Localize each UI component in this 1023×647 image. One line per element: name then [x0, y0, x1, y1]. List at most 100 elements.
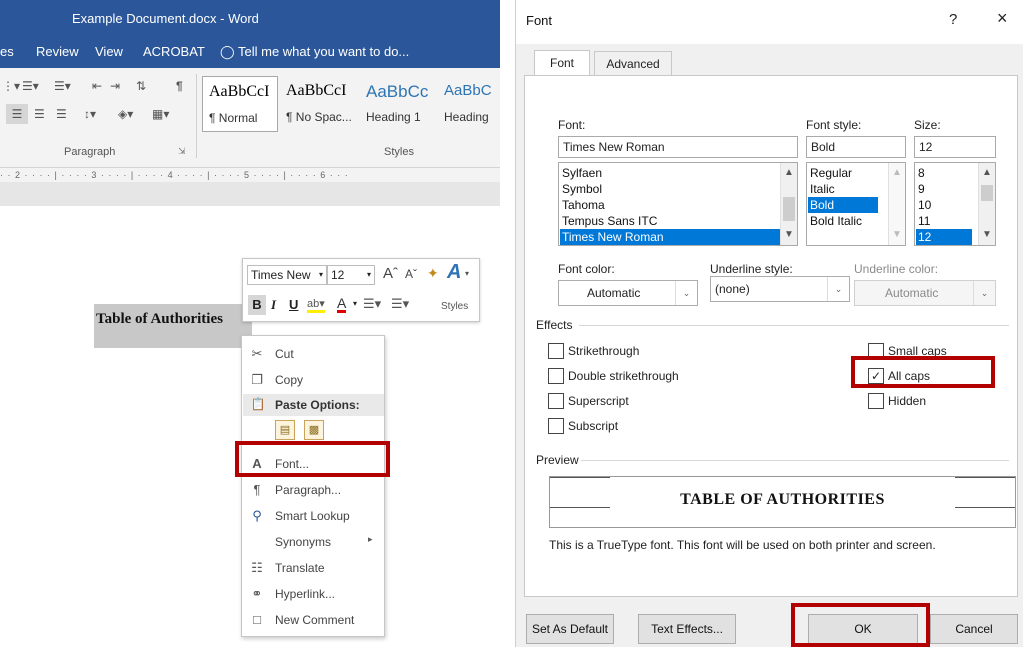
set-as-default-button[interactable]: Set As Default	[526, 614, 614, 644]
grow-font-icon[interactable]: Aˆ	[383, 265, 398, 282]
font-list-scrollbar[interactable]: ▲ ▼	[780, 163, 797, 245]
dialog-launcher-icon[interactable]: ⇲	[178, 146, 186, 157]
font-name-input[interactable]: Times New Roman	[558, 136, 798, 158]
borders-icon[interactable]: ▦▾	[152, 104, 169, 124]
size-list-scrollbar[interactable]: ▲ ▼	[978, 163, 995, 245]
style-normal[interactable]: AaBbCcI ¶ Normal	[202, 76, 278, 132]
font-list-item[interactable]: Symbol	[560, 181, 780, 197]
menu-item-copy[interactable]: ❐ Copy	[242, 367, 384, 393]
chevron-down-icon: ▾	[465, 269, 470, 278]
tab-advanced[interactable]: Advanced	[594, 51, 672, 77]
size-item[interactable]: 11	[916, 213, 976, 229]
help-icon[interactable]: ?	[949, 11, 957, 28]
subscript-label[interactable]: Subscript	[568, 419, 618, 433]
text-effects-button[interactable]: Text Effects...	[638, 614, 736, 644]
superscript-checkbox[interactable]	[548, 393, 564, 409]
styles-label[interactable]: Styles	[441, 301, 468, 312]
menu-tab-review[interactable]: Review	[36, 44, 79, 59]
hidden-label[interactable]: Hidden	[888, 394, 926, 408]
align-right-icon[interactable]: ☰	[56, 104, 67, 124]
align-left-icon[interactable]: ☰	[6, 104, 28, 124]
strikethrough-label[interactable]: Strikethrough	[568, 344, 639, 358]
font-style-list[interactable]: Regular Italic Bold Bold Italic ▲ ▼	[806, 162, 906, 246]
format-painter-icon[interactable]: ✦	[427, 265, 439, 282]
size-input[interactable]: 12	[914, 136, 996, 158]
font-style-item[interactable]: Regular	[808, 165, 888, 181]
menu-item-smart-lookup[interactable]: ⚲ Smart Lookup	[242, 503, 384, 529]
menu-tab-partial[interactable]: es	[0, 44, 14, 59]
increase-indent-icon[interactable]: ⇥	[110, 76, 120, 96]
bullets-icon[interactable]: ⋮▾	[2, 76, 20, 96]
superscript-label[interactable]: Superscript	[568, 394, 629, 408]
bold-button[interactable]: B	[248, 295, 266, 315]
size-item-selected[interactable]: 12	[916, 229, 972, 245]
hidden-checkbox[interactable]	[868, 393, 884, 409]
globe-link-icon: ⚭	[251, 586, 263, 601]
style-heading-1[interactable]: AaBbCc Heading 1	[360, 76, 436, 132]
style-name: ¶ No Spac...	[286, 110, 352, 124]
line-spacing-icon[interactable]: ↕▾	[84, 104, 96, 124]
menu-item-translate[interactable]: ☷ Translate	[242, 555, 384, 581]
font-list-item-selected[interactable]: Times New Roman	[560, 229, 780, 245]
highlight-icon[interactable]: ab▾	[307, 297, 325, 313]
tab-font[interactable]: Font	[534, 50, 590, 77]
menu-item-new-comment[interactable]: □ New Comment	[242, 607, 384, 633]
double-strikethrough-checkbox[interactable]	[548, 368, 564, 384]
decrease-indent-icon[interactable]: ⇤	[92, 76, 102, 96]
word-titlebar: Example Document.docx - Word	[0, 0, 500, 36]
scroll-thumb[interactable]	[981, 185, 993, 201]
document-heading[interactable]: Table of Authorities	[96, 311, 223, 328]
styles-icon[interactable]: A	[447, 261, 461, 284]
chevron-down-icon[interactable]: ▼	[781, 227, 797, 243]
bullets-icon[interactable]: ☰▾	[363, 296, 381, 312]
mini-font-box[interactable]: Times New ▾	[247, 265, 327, 285]
font-list-item[interactable]: Tahoma	[560, 197, 780, 213]
menu-item-synonyms[interactable]: Synonyms ▸	[242, 529, 384, 555]
menu-tab-acrobat[interactable]: ACROBAT	[143, 44, 205, 59]
font-style-item[interactable]: Italic	[808, 181, 888, 197]
multilevel-list-icon[interactable]: ☰▾	[54, 76, 71, 96]
size-item[interactable]: 10	[916, 197, 976, 213]
strikethrough-checkbox[interactable]	[548, 343, 564, 359]
chevron-up-icon[interactable]: ▲	[979, 165, 995, 181]
font-list-item[interactable]: Tempus Sans ITC	[560, 213, 780, 229]
font-style-input[interactable]: Bold	[806, 136, 906, 158]
underline-style-select[interactable]: (none) ⌄	[710, 276, 850, 302]
font-list[interactable]: Sylfaen Symbol Tahoma Tempus Sans ITC Ti…	[558, 162, 798, 246]
double-strikethrough-label[interactable]: Double strikethrough	[568, 369, 679, 383]
font-style-item-selected[interactable]: Bold	[808, 197, 878, 213]
underline-button[interactable]: U	[289, 297, 298, 312]
menu-item-hyperlink[interactable]: ⚭ Hyperlink...	[242, 581, 384, 607]
size-item[interactable]: 8	[916, 165, 976, 181]
chevron-down-icon[interactable]: ▼	[979, 227, 995, 243]
mini-size-box[interactable]: 12 ▾	[327, 265, 375, 285]
align-center-icon[interactable]: ☰	[34, 104, 45, 124]
style-heading-2[interactable]: AaBbC Heading	[438, 76, 500, 132]
pilcrow-icon[interactable]: ¶	[176, 76, 183, 96]
size-item[interactable]: 9	[916, 181, 976, 197]
menu-item-cut[interactable]: ✂ Cut	[242, 341, 384, 367]
chevron-up-icon[interactable]: ▲	[781, 165, 797, 181]
menu-tab-view[interactable]: View	[95, 44, 123, 59]
italic-button[interactable]: I	[271, 297, 276, 313]
numbering-icon[interactable]: ☰▾	[391, 296, 409, 312]
font-color-select[interactable]: Automatic ⌄	[558, 280, 698, 306]
ruler[interactable]: · · 2 · · · · | · · · · 3 · · · · | · · …	[0, 168, 500, 182]
menu-item-paragraph[interactable]: ¶ Paragraph...	[242, 477, 384, 503]
close-icon[interactable]: ×	[997, 8, 1008, 29]
tell-me-search[interactable]: Tell me what you want to do...	[238, 44, 409, 59]
size-list[interactable]: 8 9 10 11 12 ▲ ▼	[914, 162, 996, 246]
cancel-button[interactable]: Cancel	[930, 614, 1018, 644]
shading-icon[interactable]: ◈▾	[118, 104, 133, 124]
numbering-icon[interactable]: ☰▾	[22, 76, 39, 96]
subscript-checkbox[interactable]	[548, 418, 564, 434]
paste-keep-formatting-icon[interactable]: ▤	[275, 420, 295, 440]
font-style-item[interactable]: Bold Italic	[808, 213, 888, 229]
shrink-font-icon[interactable]: Aˇ	[405, 267, 417, 281]
sort-icon[interactable]: ⇅	[136, 76, 146, 96]
scroll-thumb[interactable]	[783, 197, 795, 221]
paste-text-only-icon[interactable]: ▩	[304, 420, 324, 440]
style-no-spacing[interactable]: AaBbCcI ¶ No Spac...	[280, 76, 356, 132]
font-color-icon[interactable]: A	[337, 296, 347, 313]
font-list-item[interactable]: Sylfaen	[560, 165, 780, 181]
